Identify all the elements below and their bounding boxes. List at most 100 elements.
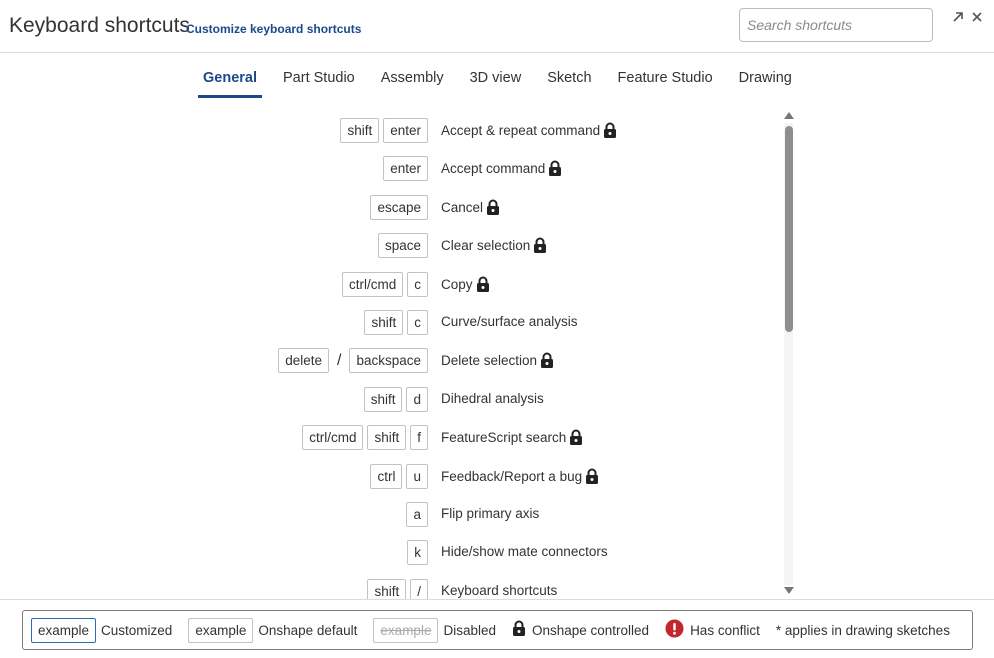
shortcut-label-wrap: FeatureScript search [441,429,583,446]
shortcut-label-wrap: Copy [441,276,490,293]
shortcut-row[interactable]: a Flip primary axis [0,495,780,533]
shortcut-keys: escape [370,194,428,220]
legend-conflict-label: Has conflict [690,622,760,638]
tab-sketch[interactable]: Sketch [547,64,591,98]
key-cap[interactable]: k [407,540,428,566]
legend-customized-label: Customized [101,622,173,638]
shortcut-row[interactable]: shift d Dihedral analysis [0,380,780,418]
shortcut-label-wrap: Clear selection [441,237,547,254]
key-cap[interactable]: space [377,233,428,259]
key-cap[interactable]: ctrl/cmd [302,425,364,451]
shortcut-label-wrap: Hide/show mate connectors [441,544,608,559]
shortcut-label: Delete selection [441,353,538,369]
tab-assembly[interactable]: Assembly [381,64,444,98]
legend: example Customized example Onshape defau… [22,610,973,650]
tab-part-studio[interactable]: Part Studio [283,64,355,98]
conflict-icon [665,619,684,641]
dialog-subtitle: Customize keyboard shortcuts [186,22,362,36]
legend-customized-key: example [31,617,97,643]
key-cap[interactable]: / [410,578,428,599]
shortcut-label: Accept command [441,161,546,177]
shortcut-row[interactable]: shift enter Accept & repeat command [0,111,780,149]
scroll-down-arrow-icon[interactable] [784,587,794,594]
key-cap[interactable]: a [406,502,428,527]
tab-feature-studio[interactable]: Feature Studio [618,64,713,98]
legend-default: example Onshape default [188,617,358,643]
shortcut-row[interactable]: enter Accept command [0,149,780,187]
lock-icon [548,160,562,177]
lock-icon [512,620,526,640]
shortcut-row[interactable]: ctrl/cmd shift f FeatureScript search [0,418,780,456]
key-cap[interactable]: enter [383,156,428,182]
key-cap[interactable]: escape [370,194,428,220]
close-icon[interactable] [968,9,986,29]
key-cap[interactable]: c [407,310,428,335]
key-cap[interactable]: ctrl [370,463,403,489]
legend-disabled-label: Disabled [443,622,496,638]
shortcut-label: Flip primary axis [441,506,540,521]
legend-controlled: Onshape controlled [512,620,649,640]
lock-icon [486,199,500,216]
tab-3d-view[interactable]: 3D view [470,64,522,98]
shortcut-keys: shift enter [340,118,428,143]
shortcut-label-wrap: Accept command [441,160,562,177]
shortcut-label: Copy [441,276,473,292]
shortcut-label: Feedback/Report a bug [441,468,583,484]
key-cap[interactable]: c [407,271,428,297]
shortcut-row[interactable]: shift c Curve/surface analysis [0,303,780,341]
lock-icon [540,352,554,369]
shortcut-list: shift enter Accept & repeat command enter Ac… [0,111,780,599]
dialog-title: Keyboard shortcuts [9,14,190,37]
shortcut-keys: ctrl u [370,463,428,489]
footer-divider [0,599,994,600]
key-cap[interactable]: ctrl/cmd [342,271,404,297]
search-input[interactable] [739,8,933,42]
scrollbar-thumb[interactable] [785,126,793,332]
shortcut-row[interactable]: delete / backspace Delete selection [0,341,780,379]
key-cap[interactable]: u [406,463,428,489]
shortcut-keys: shift / [367,578,428,599]
key-cap[interactable]: backspace [349,348,428,374]
key-cap[interactable]: shift [367,425,407,451]
key-cap[interactable]: shift [364,310,404,335]
key-separator: / [337,351,342,369]
tab-bar: General Part Studio Assembly 3D view Sketch F… [198,64,818,98]
key-cap[interactable]: f [410,425,428,451]
shortcut-row[interactable]: space Clear selection [0,226,780,264]
shortcut-row[interactable]: ctrl/cmd c Copy [0,265,780,303]
tab-drawing[interactable]: Drawing [739,64,792,98]
shortcut-label: Hide/show mate connectors [441,544,608,560]
shortcut-row[interactable]: escape Cancel [0,188,780,226]
scroll-up-arrow-icon[interactable] [784,112,794,119]
expand-icon[interactable] [949,9,967,29]
shortcut-keys: a [406,502,428,527]
shortcut-keys: delete / backspace [278,348,428,374]
legend-default-label: Onshape default [258,622,358,638]
key-cap[interactable]: shift [363,386,403,412]
key-cap[interactable]: enter [383,118,428,143]
shortcut-keys: space [377,233,428,259]
shortcut-keys: ctrl/cmd shift f [302,425,428,451]
shortcut-keys: enter [383,156,428,182]
dialog-header: Keyboard shortcuts Customize keyboard sh… [0,0,994,53]
lock-icon [569,429,583,446]
shortcut-row[interactable]: shift / Keyboard shortcuts [0,572,780,599]
shortcut-row[interactable]: k Hide/show mate connectors [0,533,780,571]
tab-general[interactable]: General [198,64,262,98]
shortcut-row[interactable]: ctrl u Feedback/Report a bug [0,457,780,495]
lock-icon [476,276,490,293]
shortcut-label-wrap: Flip primary axis [441,506,539,521]
shortcut-label: Curve/surface analysis [441,314,578,329]
shortcut-label-wrap: Feedback/Report a bug [441,468,599,485]
key-cap[interactable]: delete [278,348,329,374]
key-cap[interactable]: d [406,386,428,412]
key-cap[interactable]: shift [367,578,407,599]
legend-drawing-label: * applies in drawing sketches [775,622,950,638]
shortcut-label: Cancel [441,199,484,215]
shortcut-keys: k [407,540,428,566]
key-cap[interactable]: shift [340,118,380,143]
shortcut-keys: ctrl/cmd c [342,271,428,297]
shortcut-label-wrap: Curve/surface analysis [441,314,578,329]
legend-default-key: example [188,617,254,643]
legend-customized: example Customized [31,617,173,643]
